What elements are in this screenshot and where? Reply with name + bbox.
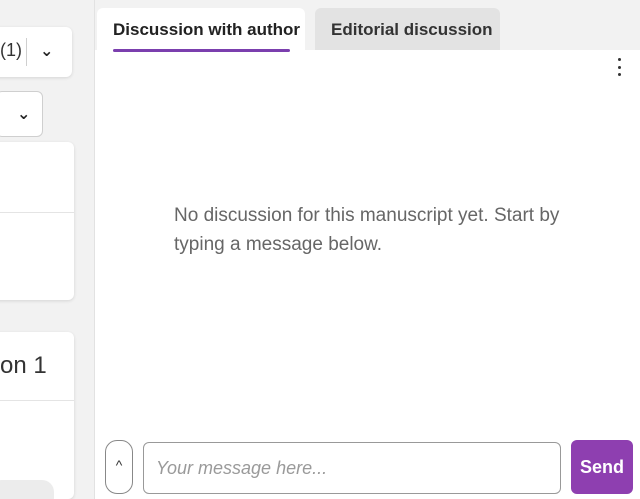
active-tab-underline [113,49,290,52]
left-column: (1) ⌄ ⌄ on 1 [0,0,94,499]
empty-discussion-message: No discussion for this manuscript yet. S… [174,205,560,255]
count-text: (1) [0,40,22,60]
chevron-down-icon: ⌄ [17,106,31,123]
tab-label: Editorial discussion [331,20,493,39]
divider [0,212,74,213]
divider [26,38,27,66]
expand-button[interactable]: ^ [105,440,133,494]
discussion-panel: Discussion with author Editorial discuss… [94,0,640,499]
message-input[interactable] [143,442,561,494]
dropdown-button[interactable]: ⌄ [0,91,43,137]
chevron-down-icon[interactable]: ⌄ [40,41,53,61]
send-button[interactable]: Send [571,440,633,494]
tab-label: Discussion with author [113,20,301,39]
kebab-menu-icon[interactable] [614,58,624,76]
tab-discussion-with-author[interactable]: Discussion with author [97,8,305,52]
section-title: on 1 [0,352,47,379]
section-card: on 1 [0,332,74,499]
count-card: (1) ⌄ [0,27,72,77]
select-card [0,142,74,300]
tab-bar: Discussion with author Editorial discuss… [95,0,640,52]
chevron-up-icon: ^ [115,457,123,473]
pill-placeholder [0,480,54,499]
divider [0,400,74,401]
tab-editorial-discussion[interactable]: Editorial discussion [315,8,500,50]
